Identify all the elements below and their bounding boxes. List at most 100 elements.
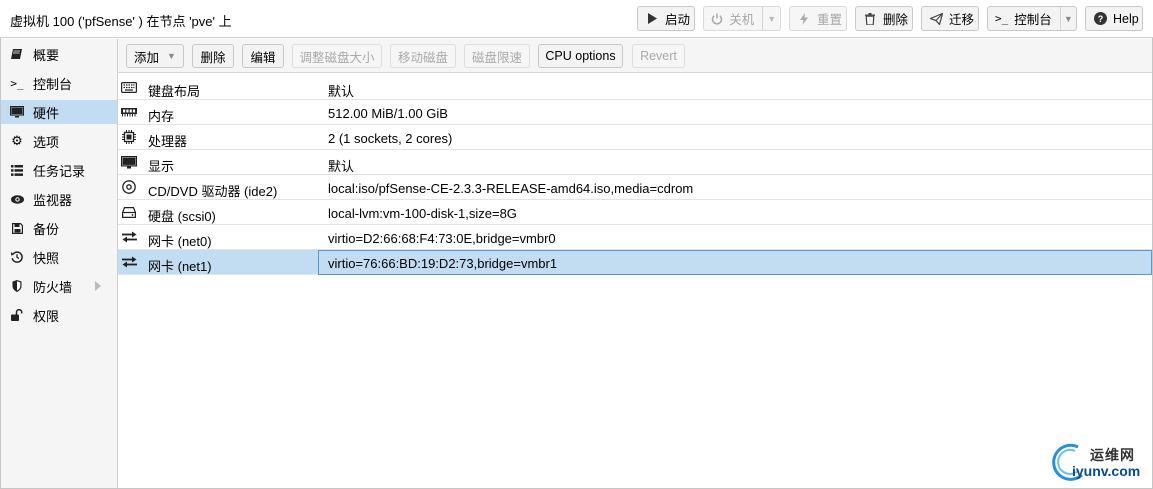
- shutdown-button[interactable]: 关机 ▼: [703, 6, 781, 31]
- hardware-key: 键盘布局: [148, 84, 201, 99]
- help-button-label: Help: [1113, 11, 1139, 26]
- hardware-key: 内存: [148, 109, 175, 124]
- resize-disk-button[interactable]: 调整磁盘大小: [292, 44, 382, 68]
- sidebar-item-label: 硬件: [33, 105, 60, 121]
- table-row-selected[interactable]: 网卡 (net1) virtio=76:66:BD:19:D2:73,bridg…: [118, 250, 1152, 275]
- remove-vm-button-label: 删除: [883, 13, 909, 27]
- floppy-icon: [10, 221, 24, 235]
- desktop-icon: [121, 155, 137, 169]
- history-icon: [10, 250, 24, 264]
- reset-button[interactable]: 重置: [789, 6, 847, 31]
- console-button-label: 控制台: [1014, 13, 1052, 27]
- chevron-down-icon[interactable]: ▼: [1059, 7, 1076, 30]
- shield-icon: [10, 279, 24, 293]
- console-button[interactable]: >_ 控制台 ▼: [987, 6, 1077, 31]
- hardware-key: 处理器: [148, 134, 188, 149]
- sidebar-item-hardware[interactable]: 硬件: [1, 100, 117, 124]
- edit-button[interactable]: 编辑: [242, 44, 284, 68]
- remove-button[interactable]: 删除: [192, 44, 234, 68]
- bolt-icon: [797, 12, 811, 26]
- table-row[interactable]: 硬盘 (scsi0) local-lvm:vm-100-disk-1,size=…: [118, 200, 1152, 225]
- watermark-cn: 运维网: [1090, 447, 1135, 463]
- cpu-options-button[interactable]: CPU options: [538, 44, 623, 68]
- hardware-value: 2 (1 sockets, 2 cores): [328, 131, 453, 146]
- hardware-key: 网卡 (net0): [148, 234, 212, 249]
- chevron-down-icon[interactable]: ▼: [762, 7, 780, 30]
- watermark-en: iyunv.com: [1072, 463, 1141, 479]
- trash-icon: [863, 12, 877, 26]
- hardware-value: 默认: [328, 159, 355, 174]
- exchange-icon: [121, 230, 137, 244]
- exchange-icon: [121, 255, 137, 269]
- revert-button-label: Revert: [640, 49, 677, 63]
- paper-plane-icon: [929, 12, 943, 26]
- move-disk-button[interactable]: 移动磁盘: [390, 44, 456, 68]
- resize-disk-button-label: 调整磁盘大小: [299, 50, 375, 65]
- hardware-toolbar: 添加 ▼ 删除 编辑 调整磁盘大小 移动磁盘 磁盘限速 CPU options …: [118, 39, 1152, 73]
- migrate-button[interactable]: 迁移: [921, 6, 979, 31]
- eye-icon: [10, 192, 24, 206]
- migrate-button-label: 迁移: [949, 13, 975, 27]
- edit-button-label: 编辑: [250, 50, 276, 65]
- remove-vm-button[interactable]: 删除: [855, 6, 913, 31]
- sidebar-item-permissions[interactable]: 权限: [1, 303, 117, 327]
- chevron-down-icon: ▼: [167, 51, 176, 61]
- hardware-key: 网卡 (net1): [148, 259, 212, 274]
- list-icon: [10, 163, 24, 177]
- table-row[interactable]: 显示 默认: [118, 150, 1152, 175]
- sidebar-item-label: 控制台: [33, 76, 73, 92]
- sidebar-item-label: 选项: [33, 134, 60, 150]
- sidebar-item-label: 概要: [33, 47, 60, 63]
- remove-button-label: 删除: [200, 50, 226, 65]
- hardware-value: local:iso/pfSense-CE-2.3.3-RELEASE-amd64…: [328, 181, 694, 196]
- sidebar-item-console[interactable]: >_ 控制台: [1, 71, 117, 95]
- disk-throttle-button[interactable]: 磁盘限速: [464, 44, 530, 68]
- shutdown-button-label: 关机: [729, 13, 755, 27]
- disk-throttle-button-label: 磁盘限速: [471, 50, 522, 65]
- table-row[interactable]: 键盘布局 默认: [118, 75, 1152, 100]
- hardware-value: 默认: [328, 84, 355, 99]
- hardware-key: 硬盘 (scsi0): [148, 209, 216, 224]
- sidebar-item-label: 任务记录: [33, 163, 86, 179]
- add-button-label: 添加: [134, 50, 160, 65]
- sidebar-item-options[interactable]: ⚙ 选项: [1, 129, 117, 153]
- sidebar-item-firewall[interactable]: 防火墙: [1, 274, 117, 298]
- keyboard-icon: [121, 80, 137, 94]
- revert-button[interactable]: Revert: [632, 44, 685, 68]
- start-button[interactable]: 启动: [637, 6, 695, 31]
- sidebar-item-summary[interactable]: 概要: [1, 42, 117, 66]
- hardware-key: 显示: [148, 159, 175, 174]
- help-button[interactable]: ? Help: [1085, 6, 1143, 31]
- table-row[interactable]: 网卡 (net0) virtio=D2:66:68:F4:73:0E,bridg…: [118, 225, 1152, 250]
- terminal-icon: >_: [995, 12, 1009, 25]
- add-button[interactable]: 添加 ▼: [126, 44, 184, 68]
- move-disk-button-label: 移动磁盘: [397, 50, 448, 65]
- header-bar: 虚拟机 100 ('pfSense' ) 在节点 'pve' 上 启动 关机 ▼…: [0, 0, 1153, 38]
- sidebar-item-label: 快照: [33, 250, 60, 266]
- table-row[interactable]: 内存 512.00 MiB/1.00 GiB: [118, 100, 1152, 125]
- watermark-logo: 运维网 iyunv.com: [1048, 441, 1152, 485]
- power-icon: [711, 12, 723, 26]
- cpu-icon: [121, 130, 137, 144]
- hardware-value: 512.00 MiB/1.00 GiB: [328, 106, 448, 121]
- memory-icon: [121, 105, 137, 119]
- start-button-label: 启动: [665, 13, 691, 27]
- expand-arrow-icon[interactable]: [95, 281, 101, 291]
- sidebar-item-backup[interactable]: 备份: [1, 216, 117, 240]
- hardware-value: virtio=D2:66:68:F4:73:0E,bridge=vmbr0: [328, 231, 556, 246]
- hardware-key: CD/DVD 驱动器 (ide2): [148, 184, 278, 199]
- table-row[interactable]: 处理器 2 (1 sockets, 2 cores): [118, 125, 1152, 150]
- page-title: 虚拟机 100 ('pfSense' ) 在节点 'pve' 上: [10, 14, 232, 29]
- sidebar-item-task-history[interactable]: 任务记录: [1, 158, 117, 182]
- cdrom-icon: [121, 180, 137, 194]
- question-circle-icon: ?: [1093, 12, 1107, 26]
- sidebar-item-snapshots[interactable]: 快照: [1, 245, 117, 269]
- sidebar: 概要 >_ 控制台 硬件 ⚙ 选项 任务记录 监视器 备份 快照 防火墙 权限: [1, 39, 118, 488]
- terminal-icon: >_: [10, 76, 24, 90]
- hardware-value: local-lvm:vm-100-disk-1,size=8G: [328, 206, 517, 221]
- sidebar-item-monitor[interactable]: 监视器: [1, 187, 117, 211]
- sidebar-item-label: 防火墙: [33, 279, 73, 295]
- sidebar-item-label: 监视器: [33, 192, 73, 208]
- table-row[interactable]: CD/DVD 驱动器 (ide2) local:iso/pfSense-CE-2…: [118, 175, 1152, 200]
- sidebar-item-label: 权限: [33, 308, 60, 324]
